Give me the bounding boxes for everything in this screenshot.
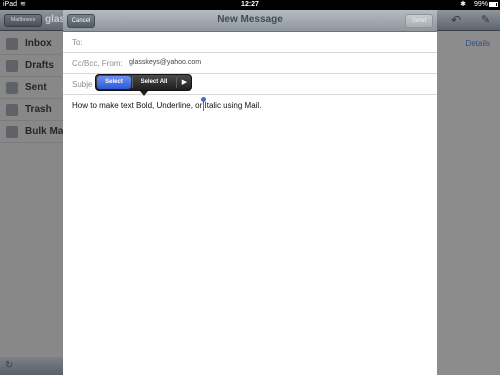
select-menu-item[interactable]: Select: [97, 76, 131, 89]
send-button[interactable]: Send: [405, 14, 433, 28]
sidebar-item-label: Sent: [25, 82, 47, 93]
compose-icon[interactable]: ✎: [481, 13, 490, 26]
battery-percent: 99%: [473, 1, 488, 8]
trash-icon: [6, 104, 18, 116]
mailbox-toolbar: Mailboxes glas: [0, 10, 70, 31]
more-arrow-icon[interactable]: ▶: [179, 76, 190, 89]
sidebar-item-inbox[interactable]: Inbox: [0, 33, 70, 55]
menu-divider: [176, 77, 177, 88]
folder-icon: [6, 126, 18, 138]
mailbox-sidebar: Inbox Drafts Sent Trash Bulk Ma: [0, 31, 70, 357]
sidebar-item-label: Trash: [25, 104, 52, 115]
sidebar-item-label: Bulk Ma: [25, 126, 64, 137]
sidebar-item-label: Inbox: [25, 38, 52, 49]
to-label: To:: [72, 38, 83, 47]
sidebar-item-trash[interactable]: Trash: [0, 99, 70, 121]
mailbox-bottom-bar: ↻: [0, 357, 70, 375]
sent-icon: [6, 82, 18, 94]
text-cursor: [203, 99, 204, 111]
compose-sheet: Cancel New Message Send To: Cc/Bcc, From…: [63, 10, 437, 375]
status-bar: iPad ≋ 12:27 ✱ 99%: [0, 0, 500, 10]
mailboxes-button[interactable]: Mailboxes: [4, 14, 42, 27]
drafts-icon: [6, 60, 18, 72]
edit-menu-popover: Select Select All ▶: [95, 74, 192, 96]
bluetooth-icon: ✱: [460, 1, 466, 8]
sidebar-item-label: Drafts: [25, 60, 54, 71]
to-field[interactable]: To:: [63, 32, 437, 53]
account-title: glas: [45, 14, 66, 25]
compose-toolbar: Cancel New Message Send: [63, 10, 437, 32]
battery-icon: [489, 2, 498, 7]
sidebar-item-bulk-mail[interactable]: Bulk Ma: [0, 121, 70, 143]
reply-icon[interactable]: ↶: [451, 13, 461, 27]
inbox-icon: [6, 38, 18, 50]
sidebar-item-drafts[interactable]: Drafts: [0, 55, 70, 77]
refresh-icon[interactable]: ↻: [5, 360, 13, 372]
select-all-menu-item[interactable]: Select All: [134, 76, 174, 89]
menu-divider: [132, 77, 133, 88]
clock: 12:27: [241, 1, 259, 8]
details-link[interactable]: Details: [466, 39, 490, 48]
compose-title: New Message: [217, 14, 283, 25]
subject-label: Subje: [72, 80, 93, 89]
from-address: glasskeys@yahoo.com: [129, 59, 202, 66]
message-body[interactable]: How to make text Bold, Underline, or Ita…: [72, 101, 261, 110]
message-pane: Details: [437, 31, 500, 375]
message-toolbar: ↶ ✎: [437, 10, 500, 31]
sidebar-item-sent[interactable]: Sent: [0, 77, 70, 99]
cc-bcc-from-field[interactable]: Cc/Bcc, From: glasskeys@yahoo.com: [63, 53, 437, 74]
cc-bcc-from-label: Cc/Bcc, From:: [72, 59, 123, 68]
popover-arrow: [140, 91, 148, 96]
